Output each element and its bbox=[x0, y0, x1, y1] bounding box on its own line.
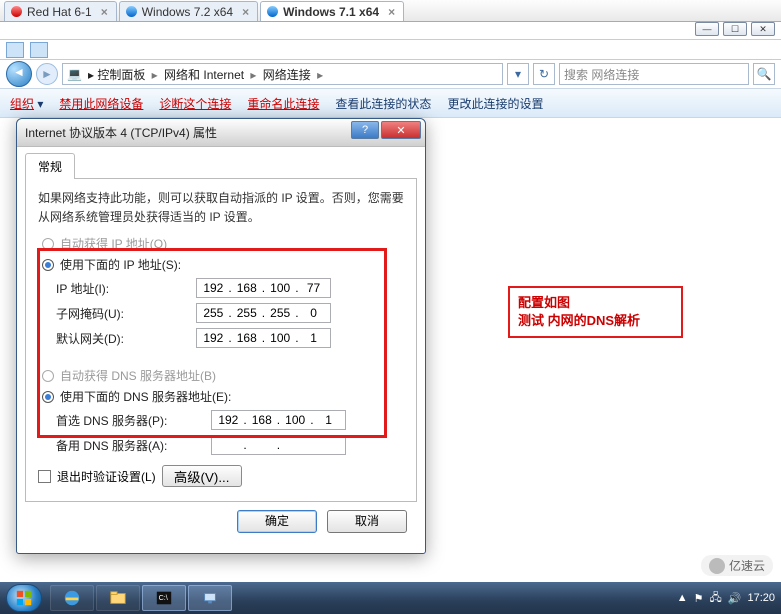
vm-status-icon bbox=[267, 6, 278, 17]
close-icon[interactable]: × bbox=[388, 5, 395, 19]
breadcrumb-bar[interactable]: 💻 ▸ 控制面板 ▸ 网络和 Internet ▸ 网络连接 ▸ bbox=[62, 63, 503, 85]
field-label: IP 地址(I): bbox=[56, 280, 196, 297]
watermark: 亿速云 bbox=[701, 555, 773, 576]
watermark-text: 亿速云 bbox=[729, 557, 765, 574]
validate-checkbox[interactable] bbox=[38, 470, 51, 483]
tab-strip: 常规 bbox=[25, 153, 417, 179]
dns2-input[interactable]: .. bbox=[211, 435, 346, 455]
vm-tabs: Red Hat 6-1 × Windows 7.2 x64 × Windows 7.… bbox=[0, 0, 781, 22]
radio-icon bbox=[42, 259, 54, 271]
radio-icon bbox=[42, 238, 54, 250]
gateway-row: 默认网关(D): 192.168.100.1 bbox=[38, 328, 404, 348]
radio-label: 自动获得 IP 地址(O) bbox=[60, 235, 167, 252]
taskbar-ie[interactable] bbox=[50, 585, 94, 611]
ip-address-input[interactable]: 192.168.100.77 bbox=[196, 278, 331, 298]
vm-tab-win72[interactable]: Windows 7.2 x64 × bbox=[119, 1, 258, 21]
vm-tab-redhat[interactable]: Red Hat 6-1 × bbox=[4, 1, 117, 21]
radio-manual-ip[interactable]: 使用下面的 IP 地址(S): bbox=[42, 256, 404, 273]
search-placeholder: 搜索 网络连接 bbox=[564, 66, 639, 83]
explorer-quick-icons bbox=[0, 40, 781, 60]
close-button[interactable]: ✕ bbox=[381, 121, 421, 139]
systray: ▲ ⚑ 🖧 🔊 17:20 bbox=[677, 589, 775, 608]
back-button[interactable]: ◄ bbox=[6, 61, 32, 87]
taskbar: C:\ ▲ ⚑ 🖧 🔊 17:20 bbox=[0, 582, 781, 614]
radio-label: 使用下面的 IP 地址(S): bbox=[60, 256, 181, 273]
tab-general[interactable]: 常规 bbox=[25, 153, 75, 179]
network-icon[interactable]: 🖧 bbox=[710, 589, 722, 608]
radio-auto-dns: 自动获得 DNS 服务器地址(B) bbox=[42, 367, 404, 384]
search-icon[interactable]: 🔍 bbox=[753, 63, 775, 85]
dialog-titlebar[interactable]: Internet 协议版本 4 (TCP/IPv4) 属性 ? ✕ bbox=[17, 119, 425, 147]
vm-tab-label: Windows 7.1 x64 bbox=[283, 5, 379, 19]
close-icon[interactable]: × bbox=[242, 5, 249, 19]
vm-status-icon bbox=[11, 6, 22, 17]
radio-icon bbox=[42, 370, 54, 382]
vm-status-icon bbox=[126, 6, 137, 17]
advanced-button[interactable]: 高级(V)... bbox=[162, 465, 242, 487]
ip-address-row: IP 地址(I): 192.168.100.77 bbox=[38, 278, 404, 298]
clock[interactable]: 17:20 bbox=[747, 592, 775, 604]
search-input[interactable]: 搜索 网络连接 bbox=[559, 63, 749, 85]
vm-tab-label: Windows 7.2 x64 bbox=[142, 5, 233, 19]
cancel-button[interactable]: 取消 bbox=[327, 510, 407, 533]
annotation-text: 配置如图 测试 内网的DNS解析 bbox=[518, 294, 640, 330]
menu-view-status[interactable]: 查看此连接的状态 bbox=[335, 95, 431, 112]
explorer-icon[interactable] bbox=[30, 42, 48, 58]
ok-button[interactable]: 确定 bbox=[237, 510, 317, 533]
radio-icon bbox=[42, 391, 54, 403]
breadcrumb: ▸ 控制面板 ▸ 网络和 Internet ▸ 网络连接 ▸ bbox=[88, 66, 326, 83]
subnet-mask-row: 子网掩码(U): 255.255.255.0 bbox=[38, 303, 404, 323]
start-button[interactable] bbox=[6, 584, 42, 612]
explorer-command-bar: 组织 ▾ 禁用此网络设备 诊断这个连接 重命名此连接 查看此连接的状态 更改此连… bbox=[0, 88, 781, 118]
taskbar-network[interactable] bbox=[188, 585, 232, 611]
address-dropdown-button[interactable]: ▾ bbox=[507, 63, 529, 85]
ipv4-properties-dialog: Internet 协议版本 4 (TCP/IPv4) 属性 ? ✕ 常规 如果网… bbox=[16, 118, 426, 554]
hint-text: 如果网络支持此功能，则可以获取自动指派的 IP 设置。否则，您需要从网络系统管理… bbox=[38, 189, 404, 227]
menu-change-settings[interactable]: 更改此连接的设置 bbox=[447, 95, 543, 112]
radio-label: 自动获得 DNS 服务器地址(B) bbox=[60, 367, 216, 384]
radio-manual-dns[interactable]: 使用下面的 DNS 服务器地址(E): bbox=[42, 388, 404, 405]
close-button[interactable]: ✕ bbox=[751, 22, 775, 36]
maximize-button[interactable]: ☐ bbox=[723, 22, 747, 36]
cloud-icon bbox=[709, 558, 725, 574]
vm-tab-label: Red Hat 6-1 bbox=[27, 5, 92, 19]
explorer-address-row: ◄ ► 💻 ▸ 控制面板 ▸ 网络和 Internet ▸ 网络连接 ▸ ▾ ↻… bbox=[0, 60, 781, 88]
menu-diagnose[interactable]: 诊断这个连接 bbox=[159, 95, 231, 112]
guest-window-controls: — ☐ ✕ bbox=[0, 22, 781, 40]
field-label: 默认网关(D): bbox=[56, 330, 196, 347]
menu-disable[interactable]: 禁用此网络设备 bbox=[59, 95, 143, 112]
taskbar-cmd[interactable]: C:\ bbox=[142, 585, 186, 611]
explorer-icon[interactable] bbox=[6, 42, 24, 58]
action-center-icon[interactable]: ⚑ bbox=[694, 592, 704, 605]
volume-icon[interactable]: 🔊 bbox=[728, 592, 742, 605]
forward-button[interactable]: ► bbox=[36, 63, 58, 85]
taskbar-explorer[interactable] bbox=[96, 585, 140, 611]
checkbox-label: 退出时验证设置(L) bbox=[57, 468, 156, 485]
refresh-button[interactable]: ↻ bbox=[533, 63, 555, 85]
field-label: 备用 DNS 服务器(A): bbox=[56, 437, 211, 454]
dns1-row: 首选 DNS 服务器(P): 192.168.100.1 bbox=[38, 410, 404, 430]
dns1-input[interactable]: 192.168.100.1 bbox=[211, 410, 346, 430]
menu-rename[interactable]: 重命名此连接 bbox=[247, 95, 319, 112]
network-icon: 💻 bbox=[67, 67, 82, 81]
tray-arrow-icon[interactable]: ▲ bbox=[677, 592, 688, 604]
subnet-mask-input[interactable]: 255.255.255.0 bbox=[196, 303, 331, 323]
svg-text:C:\: C:\ bbox=[159, 593, 168, 602]
dialog-title: Internet 协议版本 4 (TCP/IPv4) 属性 bbox=[25, 124, 217, 141]
radio-auto-ip[interactable]: 自动获得 IP 地址(O) bbox=[42, 235, 404, 252]
dns2-row: 备用 DNS 服务器(A): .. bbox=[38, 435, 404, 455]
gateway-input[interactable]: 192.168.100.1 bbox=[196, 328, 331, 348]
menu-organize[interactable]: 组织 ▾ bbox=[10, 95, 43, 112]
field-label: 首选 DNS 服务器(P): bbox=[56, 412, 211, 429]
vm-tab-win71[interactable]: Windows 7.1 x64 × bbox=[260, 1, 404, 21]
field-label: 子网掩码(U): bbox=[56, 305, 196, 322]
radio-label: 使用下面的 DNS 服务器地址(E): bbox=[60, 388, 231, 405]
minimize-button[interactable]: — bbox=[695, 22, 719, 36]
close-icon[interactable]: × bbox=[101, 5, 108, 19]
help-button[interactable]: ? bbox=[351, 121, 379, 139]
